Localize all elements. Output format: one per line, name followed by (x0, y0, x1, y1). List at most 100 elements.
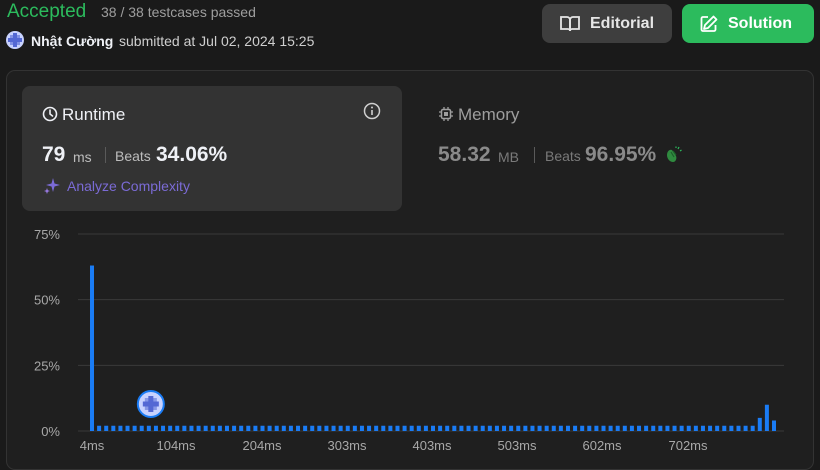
distribution-bar[interactable] (651, 425, 656, 431)
distribution-bar[interactable] (416, 425, 421, 431)
distribution-bar[interactable] (402, 425, 407, 431)
distribution-bar[interactable] (565, 425, 570, 431)
distribution-bar[interactable] (644, 425, 649, 431)
distribution-bar[interactable] (523, 425, 528, 431)
distribution-bar[interactable] (281, 425, 286, 431)
distribution-bar[interactable] (445, 425, 450, 431)
distribution-bar[interactable] (260, 425, 265, 431)
distribution-bar[interactable] (466, 425, 471, 431)
distribution-bar[interactable] (622, 425, 627, 431)
distribution-bar[interactable] (757, 417, 762, 431)
distribution-bar[interactable] (473, 425, 478, 431)
distribution-bar[interactable] (530, 425, 535, 431)
distribution-bar[interactable] (224, 425, 229, 431)
distribution-bar[interactable] (679, 425, 684, 431)
distribution-bar[interactable] (729, 425, 734, 431)
distribution-bar[interactable] (615, 425, 620, 431)
distribution-bar[interactable] (161, 425, 166, 431)
your-submission-marker[interactable] (136, 390, 165, 418)
distribution-bar[interactable] (210, 425, 215, 431)
distribution-bar[interactable] (97, 425, 102, 431)
distribution-bar[interactable] (303, 425, 308, 431)
distribution-bar[interactable] (196, 425, 201, 431)
distribution-bar[interactable] (743, 425, 748, 431)
distribution-bar[interactable] (637, 425, 642, 431)
distribution-bar[interactable] (764, 404, 769, 431)
distribution-bar[interactable] (381, 425, 386, 431)
distribution-bar[interactable] (480, 425, 485, 431)
distribution-bar[interactable] (296, 425, 301, 431)
distribution-bar[interactable] (168, 425, 173, 431)
distribution-bar[interactable] (367, 425, 372, 431)
distribution-bar[interactable] (203, 425, 208, 431)
distribution-bar[interactable] (601, 425, 606, 431)
distribution-bar[interactable] (338, 425, 343, 431)
distribution-bar[interactable] (487, 425, 492, 431)
distribution-bar[interactable] (658, 425, 663, 431)
distribution-bar[interactable] (665, 425, 670, 431)
distribution-bar[interactable] (722, 425, 727, 431)
distribution-bar[interactable] (494, 425, 499, 431)
distribution-bar[interactable] (509, 425, 514, 431)
distribution-bar[interactable] (310, 425, 315, 431)
distribution-bar[interactable] (90, 265, 94, 431)
distribution-bar[interactable] (594, 425, 599, 431)
distribution-bar[interactable] (374, 425, 379, 431)
distribution-bar[interactable] (132, 425, 137, 431)
distribution-bar[interactable] (182, 425, 187, 431)
y-tick-label: 25% (34, 358, 60, 373)
distribution-bar[interactable] (317, 425, 322, 431)
distribution-bar[interactable] (153, 425, 158, 431)
distribution-bar[interactable] (736, 425, 741, 431)
distribution-bar[interactable] (537, 425, 542, 431)
distribution-bar[interactable] (388, 425, 393, 431)
distribution-bar[interactable] (700, 425, 705, 431)
distribution-bar[interactable] (693, 425, 698, 431)
distribution-bar[interactable] (104, 425, 109, 431)
distribution-bar[interactable] (345, 425, 350, 431)
distribution-bar[interactable] (608, 425, 613, 431)
distribution-bar[interactable] (139, 425, 144, 431)
distribution-bar[interactable] (715, 425, 720, 431)
distribution-bar[interactable] (573, 425, 578, 431)
distribution-bar[interactable] (629, 425, 634, 431)
distribution-bar[interactable] (672, 425, 677, 431)
distribution-bar[interactable] (438, 425, 443, 431)
distribution-bar[interactable] (431, 425, 435, 431)
x-tick-label: 104ms (156, 438, 196, 453)
distribution-bar[interactable] (125, 425, 130, 431)
distribution-bar[interactable] (239, 425, 244, 431)
distribution-bar[interactable] (274, 425, 279, 431)
distribution-bar[interactable] (324, 425, 329, 431)
distribution-bar[interactable] (708, 425, 713, 431)
distribution-bar[interactable] (502, 425, 507, 431)
distribution-bar[interactable] (750, 425, 755, 431)
distribution-bar[interactable] (395, 425, 400, 431)
distribution-bar[interactable] (253, 425, 258, 431)
distribution-bar[interactable] (146, 425, 151, 431)
distribution-bar[interactable] (232, 425, 237, 431)
distribution-bar[interactable] (217, 425, 222, 431)
distribution-bar[interactable] (551, 425, 556, 431)
distribution-bar[interactable] (459, 425, 464, 431)
distribution-bar[interactable] (359, 425, 364, 431)
distribution-bar[interactable] (118, 425, 123, 431)
distribution-bar[interactable] (352, 425, 357, 431)
distribution-bar[interactable] (558, 425, 563, 431)
distribution-bar[interactable] (175, 425, 180, 431)
distribution-bar[interactable] (409, 425, 414, 431)
distribution-bar[interactable] (246, 425, 251, 431)
distribution-bar[interactable] (580, 425, 585, 431)
distribution-bar[interactable] (686, 425, 691, 431)
distribution-bar[interactable] (587, 425, 592, 431)
distribution-bar[interactable] (452, 425, 457, 431)
distribution-bar[interactable] (331, 425, 336, 431)
distribution-bar[interactable] (288, 425, 293, 431)
distribution-bar[interactable] (111, 425, 116, 431)
distribution-bar[interactable] (772, 420, 776, 431)
distribution-bar[interactable] (267, 425, 272, 431)
distribution-bar[interactable] (516, 425, 521, 431)
distribution-bar[interactable] (544, 425, 549, 431)
distribution-bar[interactable] (423, 425, 428, 431)
distribution-bar[interactable] (189, 425, 194, 431)
